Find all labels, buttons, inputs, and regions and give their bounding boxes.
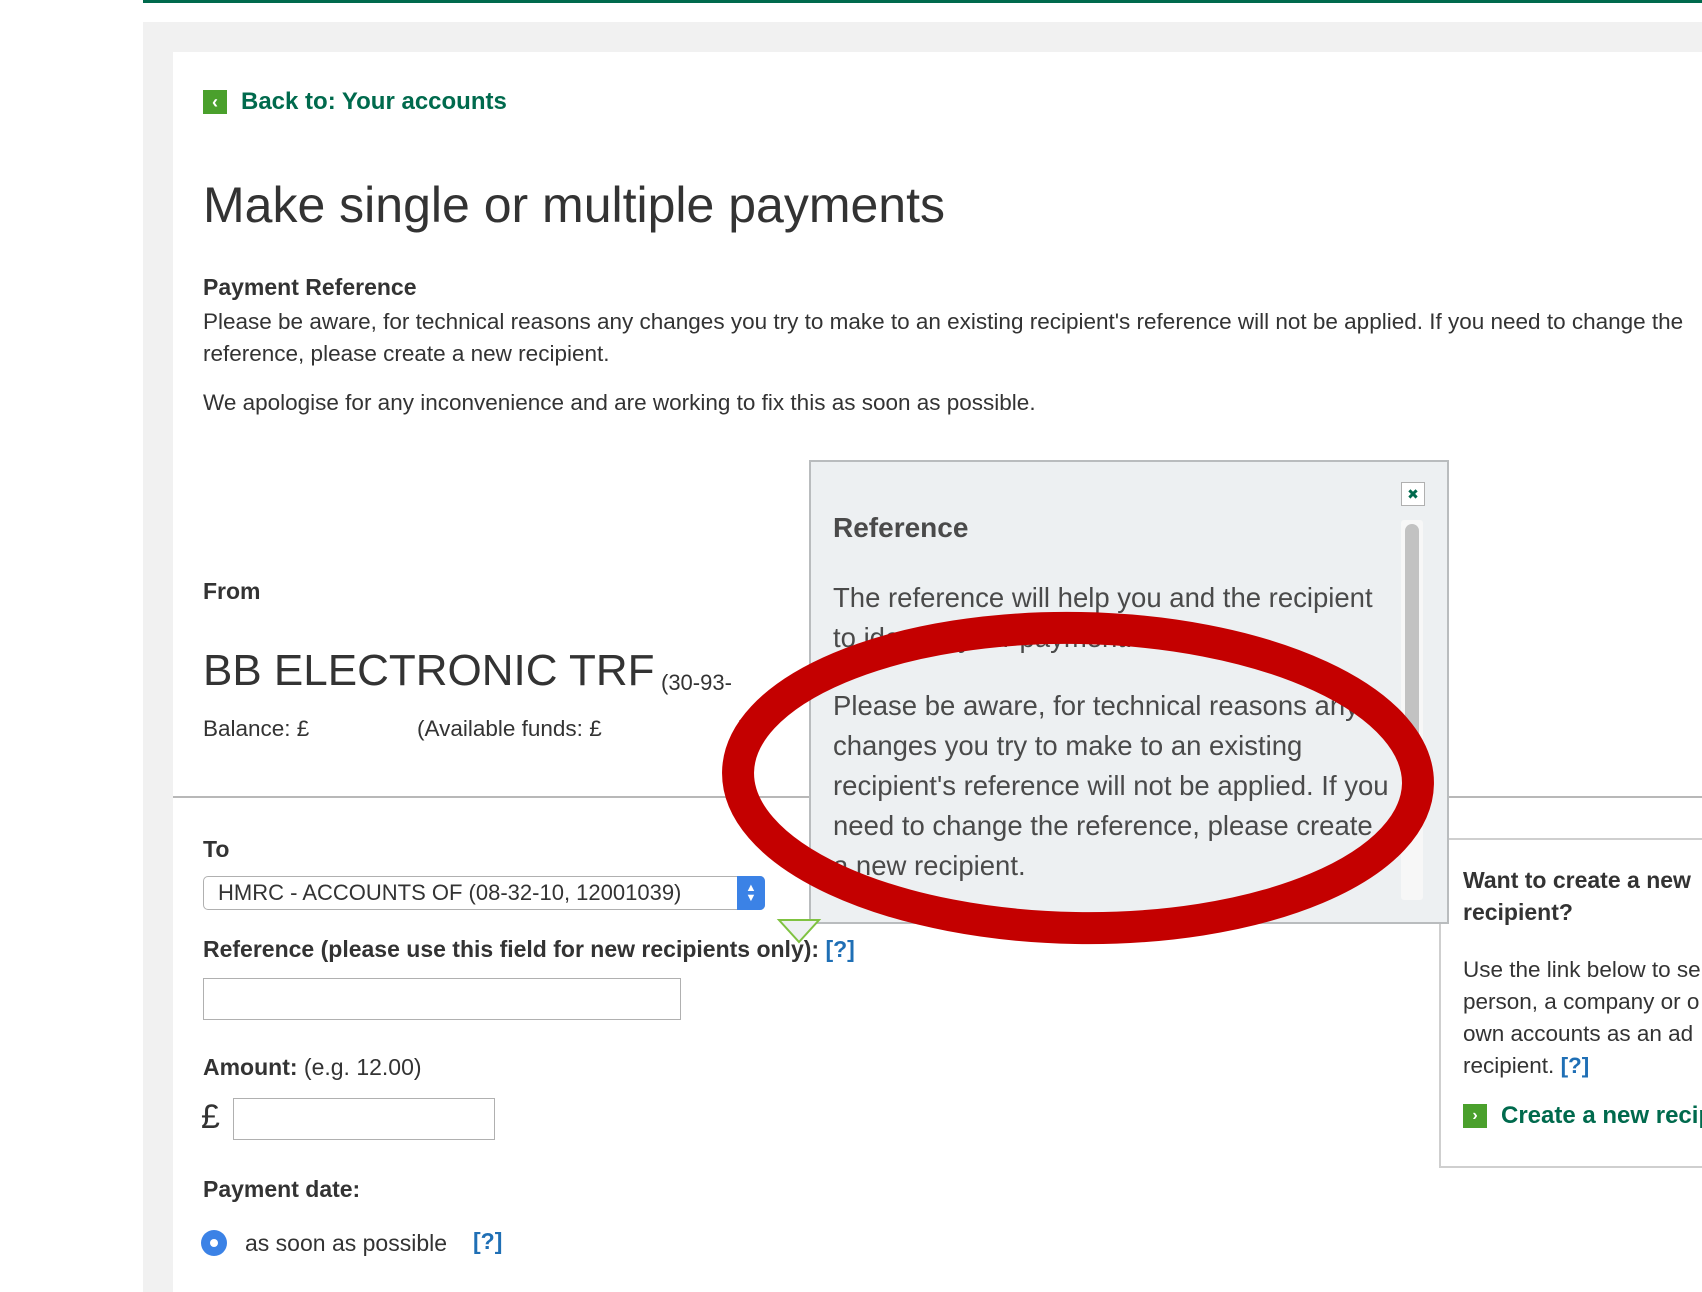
main-content: ‹ Back to: Your accounts Make single or … [173,52,1702,1292]
amount-hint: (e.g. 12.00) [303,1054,422,1080]
popover-title: Reference [833,512,969,543]
notice-text: Please be aware, for technical reasons a… [203,309,1684,366]
popover-paragraph-1: The reference will help you and the reci… [833,582,1373,653]
to-label: To [203,836,230,862]
amount-input[interactable] [233,1098,495,1140]
close-icon[interactable]: ✖ [1401,482,1425,506]
available-funds-label: (Available funds: £ [417,716,602,741]
reference-input[interactable] [203,978,681,1020]
create-recipient-link[interactable]: › Create a new recip [1463,1102,1702,1130]
notice-title: Payment Reference [203,274,417,300]
balance-row: Balance: £ (Available funds: £ ) [203,716,747,742]
notice-apology: We apologise for any inconvenience and a… [203,390,1036,415]
asap-radio-label[interactable]: as soon as possible [245,1230,447,1257]
popover-body: The reference will help you and the reci… [833,578,1389,914]
payment-date-help-text[interactable]: [?] [473,1228,502,1254]
select-arrows-icon: ▲ ▼ [737,876,765,910]
amount-label-text: Amount: [203,1054,298,1080]
available-funds-close: ) [739,716,747,741]
account-sort-code: (30-93- [661,670,732,695]
payment-date-label: Payment date: [203,1176,361,1202]
chevron-left-icon: ‹ [203,90,227,114]
reference-help-popover: ✖ Reference The reference will help you … [809,460,1449,924]
popover-pointer-icon [776,919,822,944]
recipient-select-value: HMRC - ACCOUNTS OF (08-32-10, 12001039) [218,880,682,905]
payment-date-help-link[interactable]: [?] [473,1228,502,1255]
amount-label: Amount: (e.g. 12.00) [203,1054,422,1081]
top-rule [143,0,1702,3]
back-link[interactable]: ‹ Back to: Your accounts [203,88,507,116]
balance-label: Balance: £ [203,716,310,741]
new-recipient-panel: Want to create a new recipient? Use the … [1439,838,1702,1168]
from-label: From [203,578,261,604]
popover-scrollbar-thumb[interactable] [1405,524,1419,824]
reference-label-text: Reference (please use this field for new… [203,936,820,962]
reference-help-link[interactable]: [?] [825,936,854,962]
page-title: Make single or multiple payments [203,177,945,233]
new-recipient-text-last: recipient. [?] [1463,1050,1702,1082]
currency-symbol: £ [201,1098,220,1136]
chevron-right-icon: › [1463,1104,1487,1128]
new-recipient-title: Want to create a new recipient? [1463,867,1691,925]
new-recipient-text-line: own accounts as an ad [1463,1021,1694,1046]
new-recipient-text-line: recipient. [1463,1053,1555,1078]
create-recipient-label: Create a new recip [1501,1102,1702,1129]
new-recipient-text-line: person, a company or o [1463,989,1700,1014]
reference-label: Reference (please use this field for new… [203,936,855,963]
radio-dot-icon [210,1239,218,1247]
new-recipient-text-line: Use the link below to se [1463,957,1701,982]
account-name: BB ELECTRONIC TRF [203,646,655,695]
asap-radio[interactable] [201,1230,227,1256]
popover-scrollbar[interactable] [1401,520,1423,900]
back-link-label: Back to: Your accounts [241,88,507,115]
recipient-select[interactable]: HMRC - ACCOUNTS OF (08-32-10, 12001039) … [203,876,765,910]
new-recipient-text: Use the link below to se person, a compa… [1463,954,1702,1082]
popover-paragraph-2: Please be aware, for technical reasons a… [833,690,1389,881]
new-recipient-help-link[interactable]: [?] [1561,1053,1590,1078]
